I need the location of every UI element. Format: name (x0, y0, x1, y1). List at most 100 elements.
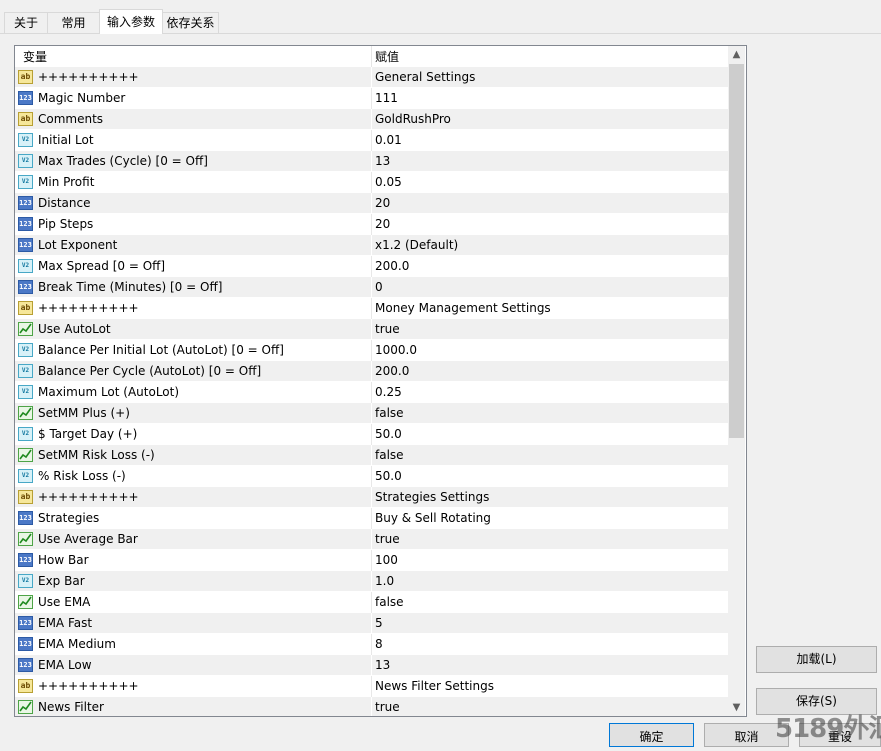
parameter-value[interactable]: Buy & Sell Rotating (375, 508, 491, 529)
parameter-name: News Filter (38, 700, 104, 714)
table-row[interactable]: 123 Break Time (Minutes) [0 = Off] 0 (15, 277, 728, 298)
parameter-value[interactable]: false (375, 403, 404, 424)
parameter-value[interactable]: 50.0 (375, 424, 402, 445)
table-row[interactable]: Use EMA false (15, 592, 728, 613)
column-header-value[interactable]: 赋值 (375, 46, 399, 67)
tab-common[interactable]: 常用 (47, 12, 100, 33)
table-row[interactable]: V2 Max Spread [0 = Off] 200.0 (15, 256, 728, 277)
parameter-name: SetMM Risk Loss (-) (38, 448, 155, 462)
column-divider[interactable] (371, 46, 372, 67)
table-row[interactable]: Use AutoLot true (15, 319, 728, 340)
table-row[interactable]: ab Comments GoldRushPro (15, 109, 728, 130)
parameter-value[interactable]: 50.0 (375, 466, 402, 487)
parameter-value[interactable]: 100 (375, 550, 398, 571)
parameter-name: % Risk Loss (-) (38, 469, 126, 483)
parameter-value[interactable]: News Filter Settings (375, 676, 494, 697)
cell-divider (371, 487, 372, 508)
cell-divider (371, 676, 372, 697)
table-row[interactable]: News Filter true (15, 697, 728, 716)
table-row[interactable]: SetMM Plus (+) false (15, 403, 728, 424)
cell-divider (371, 151, 372, 172)
parameter-value[interactable]: 13 (375, 151, 390, 172)
vertical-scrollbar[interactable]: ▲ ▼ (728, 46, 745, 716)
table-row[interactable]: ab ++++++++++ Money Management Settings (15, 298, 728, 319)
table-row[interactable]: V2 Balance Per Initial Lot (AutoLot) [0 =… (15, 340, 728, 361)
cell-divider (371, 634, 372, 655)
parameter-value[interactable]: true (375, 529, 400, 550)
table-row[interactable]: 123 EMA Medium 8 (15, 634, 728, 655)
parameter-value[interactable]: false (375, 592, 404, 613)
parameter-value[interactable]: Money Management Settings (375, 298, 551, 319)
scroll-thumb[interactable] (729, 64, 744, 438)
parameter-value[interactable]: false (375, 445, 404, 466)
table-row[interactable]: ab ++++++++++ Strategies Settings (15, 487, 728, 508)
grid-header: 变量 赋值 (15, 46, 728, 68)
table-row[interactable]: SetMM Risk Loss (-) false (15, 445, 728, 466)
parameter-value[interactable]: 0 (375, 277, 383, 298)
parameter-value[interactable]: Strategies Settings (375, 487, 489, 508)
parameter-value[interactable]: 0.05 (375, 172, 402, 193)
table-row[interactable]: 123 Distance 20 (15, 193, 728, 214)
parameter-value[interactable]: true (375, 697, 400, 716)
parameter-value[interactable]: 20 (375, 193, 390, 214)
table-row[interactable]: V2 $ Target Day (+) 50.0 (15, 424, 728, 445)
table-row[interactable]: V2 % Risk Loss (-) 50.0 (15, 466, 728, 487)
table-row[interactable]: ab ++++++++++ News Filter Settings (15, 676, 728, 697)
parameter-value[interactable]: 1000.0 (375, 340, 417, 361)
parameter-value[interactable]: 0.25 (375, 382, 402, 403)
table-row[interactable]: 123 Pip Steps 20 (15, 214, 728, 235)
double-icon: V2 (18, 385, 33, 399)
table-row[interactable]: 123 Strategies Buy & Sell Rotating (15, 508, 728, 529)
column-header-variable[interactable]: 变量 (23, 46, 47, 67)
cell-divider (371, 571, 372, 592)
table-row[interactable]: V2 Max Trades (Cycle) [0 = Off] 13 (15, 151, 728, 172)
table-row[interactable]: 123 EMA Low 13 (15, 655, 728, 676)
parameters-grid[interactable]: 变量 赋值 ab ++++++++++ General Settings 123 Mag… (14, 45, 747, 717)
table-row[interactable]: 123 EMA Fast 5 (15, 613, 728, 634)
parameter-value[interactable]: 5 (375, 613, 383, 634)
cell-divider (371, 403, 372, 424)
table-row[interactable]: 123 Lot Exponent x1.2 (Default) (15, 235, 728, 256)
parameter-name: SetMM Plus (+) (38, 406, 130, 420)
tab-about[interactable]: 关于 (4, 12, 48, 33)
parameter-value[interactable]: 20 (375, 214, 390, 235)
table-row[interactable]: Use Average Bar true (15, 529, 728, 550)
double-icon: V2 (18, 175, 33, 189)
table-row[interactable]: V2 Maximum Lot (AutoLot) 0.25 (15, 382, 728, 403)
ok-button[interactable]: 确定 (609, 723, 694, 747)
parameter-name: EMA Medium (38, 637, 116, 651)
table-row[interactable]: V2 Min Profit 0.05 (15, 172, 728, 193)
parameter-value[interactable]: GoldRushPro (375, 109, 451, 130)
scroll-down-arrow-icon[interactable]: ▼ (728, 699, 745, 716)
scroll-up-arrow-icon[interactable]: ▲ (728, 46, 745, 63)
parameter-value[interactable]: 8 (375, 634, 383, 655)
parameter-value[interactable]: General Settings (375, 67, 475, 88)
parameter-value[interactable]: 200.0 (375, 361, 409, 382)
cell-divider (371, 508, 372, 529)
cell-divider (371, 277, 372, 298)
table-row[interactable]: 123 How Bar 100 (15, 550, 728, 571)
parameter-value[interactable]: true (375, 319, 400, 340)
cell-divider (371, 319, 372, 340)
table-row[interactable]: ab ++++++++++ General Settings (15, 67, 728, 88)
table-row[interactable]: 123 Magic Number 111 (15, 88, 728, 109)
parameter-value[interactable]: 13 (375, 655, 390, 676)
parameter-value[interactable]: 200.0 (375, 256, 409, 277)
parameter-value[interactable]: 1.0 (375, 571, 394, 592)
boolean-icon (18, 700, 33, 714)
parameter-value[interactable]: 111 (375, 88, 398, 109)
parameter-value[interactable]: x1.2 (Default) (375, 235, 458, 256)
parameter-name: Max Trades (Cycle) [0 = Off] (38, 154, 208, 168)
parameter-name: Exp Bar (38, 574, 85, 588)
double-icon: V2 (18, 364, 33, 378)
table-row[interactable]: V2 Balance Per Cycle (AutoLot) [0 = Off] 2… (15, 361, 728, 382)
double-icon: V2 (18, 427, 33, 441)
tab-dependencies[interactable]: 依存关系 (162, 12, 219, 33)
parameter-value[interactable]: 0.01 (375, 130, 402, 151)
table-row[interactable]: V2 Initial Lot 0.01 (15, 130, 728, 151)
table-row[interactable]: V2 Exp Bar 1.0 (15, 571, 728, 592)
load-button[interactable]: 加载(L) (756, 646, 877, 673)
integer-icon: 123 (18, 91, 33, 105)
tab-inputs[interactable]: 输入参数 (99, 9, 163, 34)
cell-divider (371, 361, 372, 382)
